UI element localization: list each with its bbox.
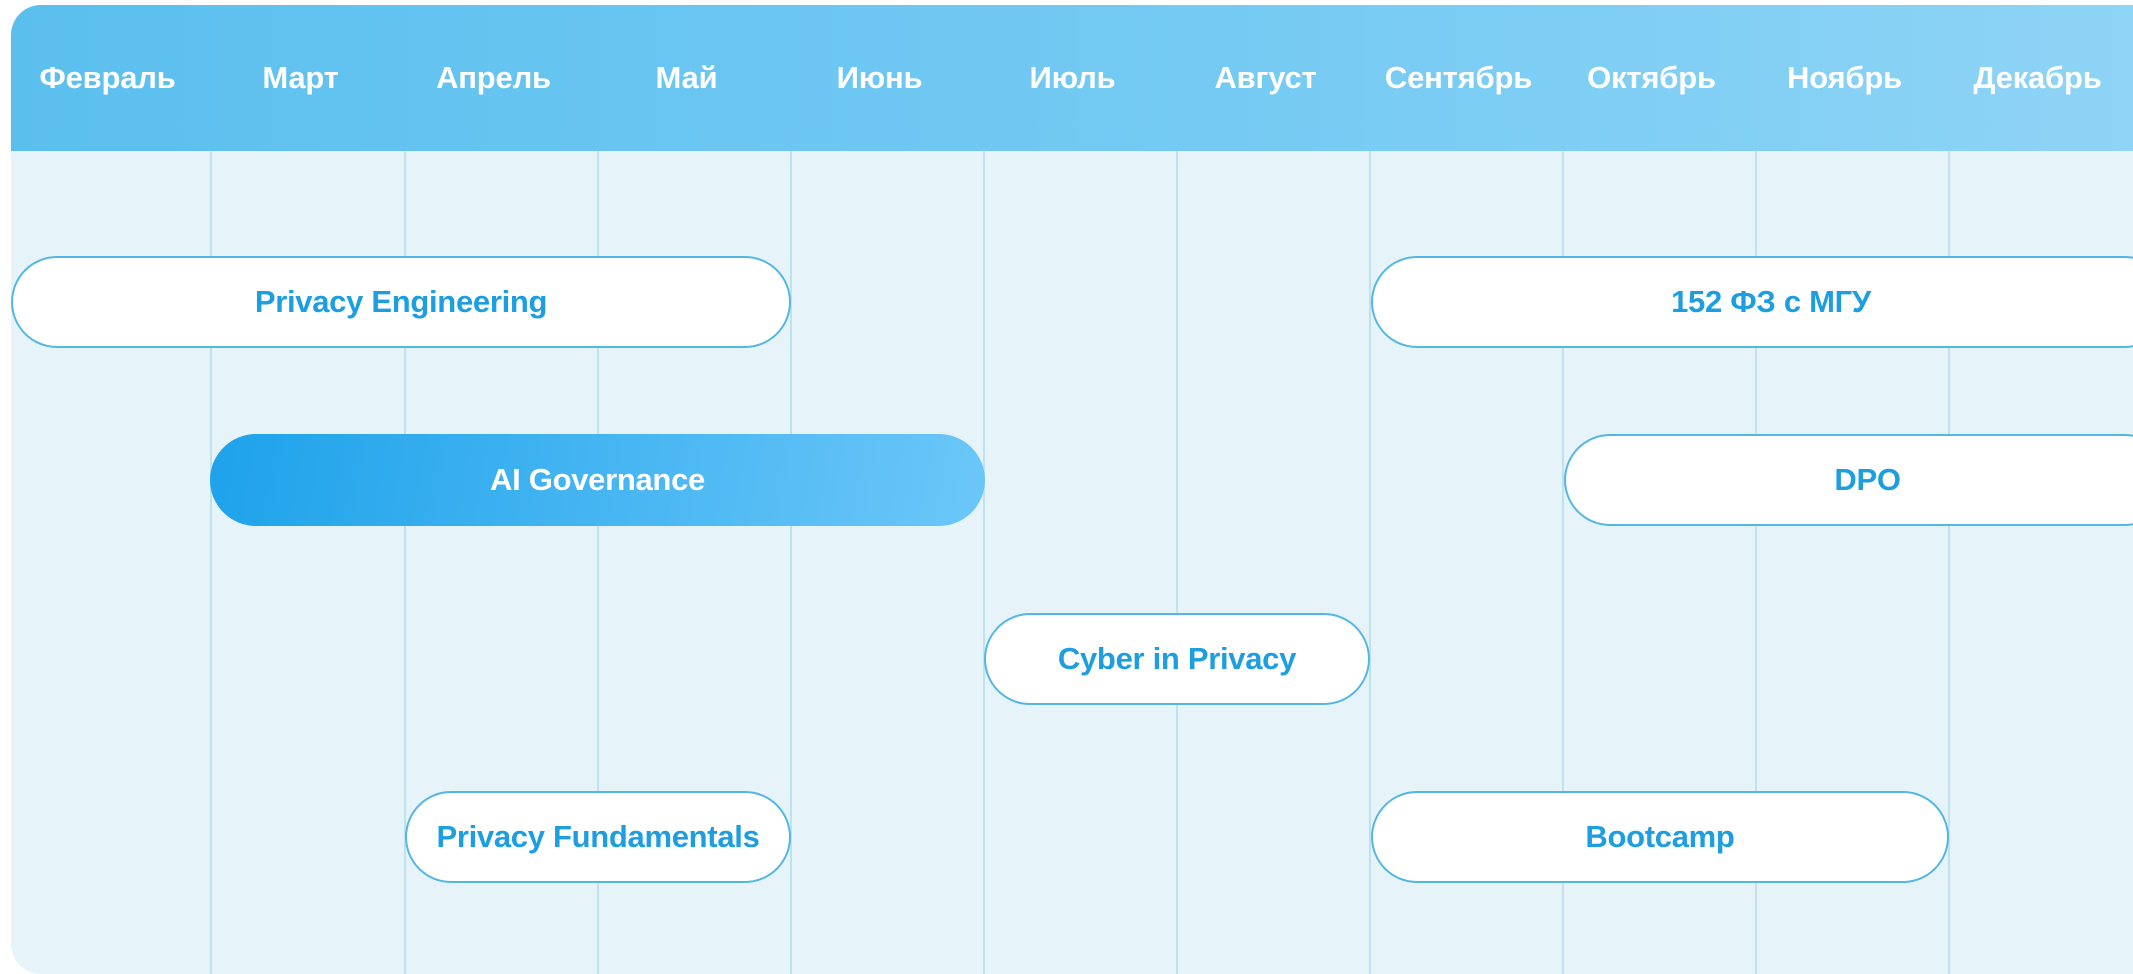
month-label-december: Декабрь (1973, 60, 2102, 95)
month-label-february: Февраль (39, 60, 176, 95)
month-label-july: Июль (1029, 60, 1116, 95)
grid-divider (790, 151, 792, 974)
course-timeline: Февраль Март Апрель Май Июнь Июль Август… (11, 5, 2133, 974)
month-label-august: Август (1214, 60, 1317, 95)
grid-divider (983, 151, 985, 974)
course-bar-privacy-fundamentals[interactable]: Privacy Fundamentals (405, 791, 791, 883)
month-header: Февраль Март Апрель Май Июнь Июль Август… (11, 5, 2133, 151)
month-label-april: Апрель (436, 60, 551, 95)
course-bar-privacy-engineering[interactable]: Privacy Engineering (11, 256, 791, 348)
grid-divider (1176, 151, 1178, 974)
month-label-may: Май (655, 60, 718, 95)
month-label-october: Октябрь (1587, 60, 1716, 95)
course-bar-dpo[interactable]: DPO (1564, 434, 2133, 526)
grid-divider (1369, 151, 1371, 974)
month-label-march: Март (262, 60, 339, 95)
month-label-june: Июнь (836, 60, 923, 95)
course-bar-bootcamp[interactable]: Bootcamp (1371, 791, 1949, 883)
course-bar-ai-governance[interactable]: AI Governance (210, 434, 985, 526)
course-bar-152-fz[interactable]: 152 ФЗ с МГУ (1371, 256, 2133, 348)
month-label-november: Ноябрь (1787, 60, 1902, 95)
course-bar-cyber-in-privacy[interactable]: Cyber in Privacy (984, 613, 1370, 705)
month-label-september: Сентябрь (1384, 60, 1533, 95)
